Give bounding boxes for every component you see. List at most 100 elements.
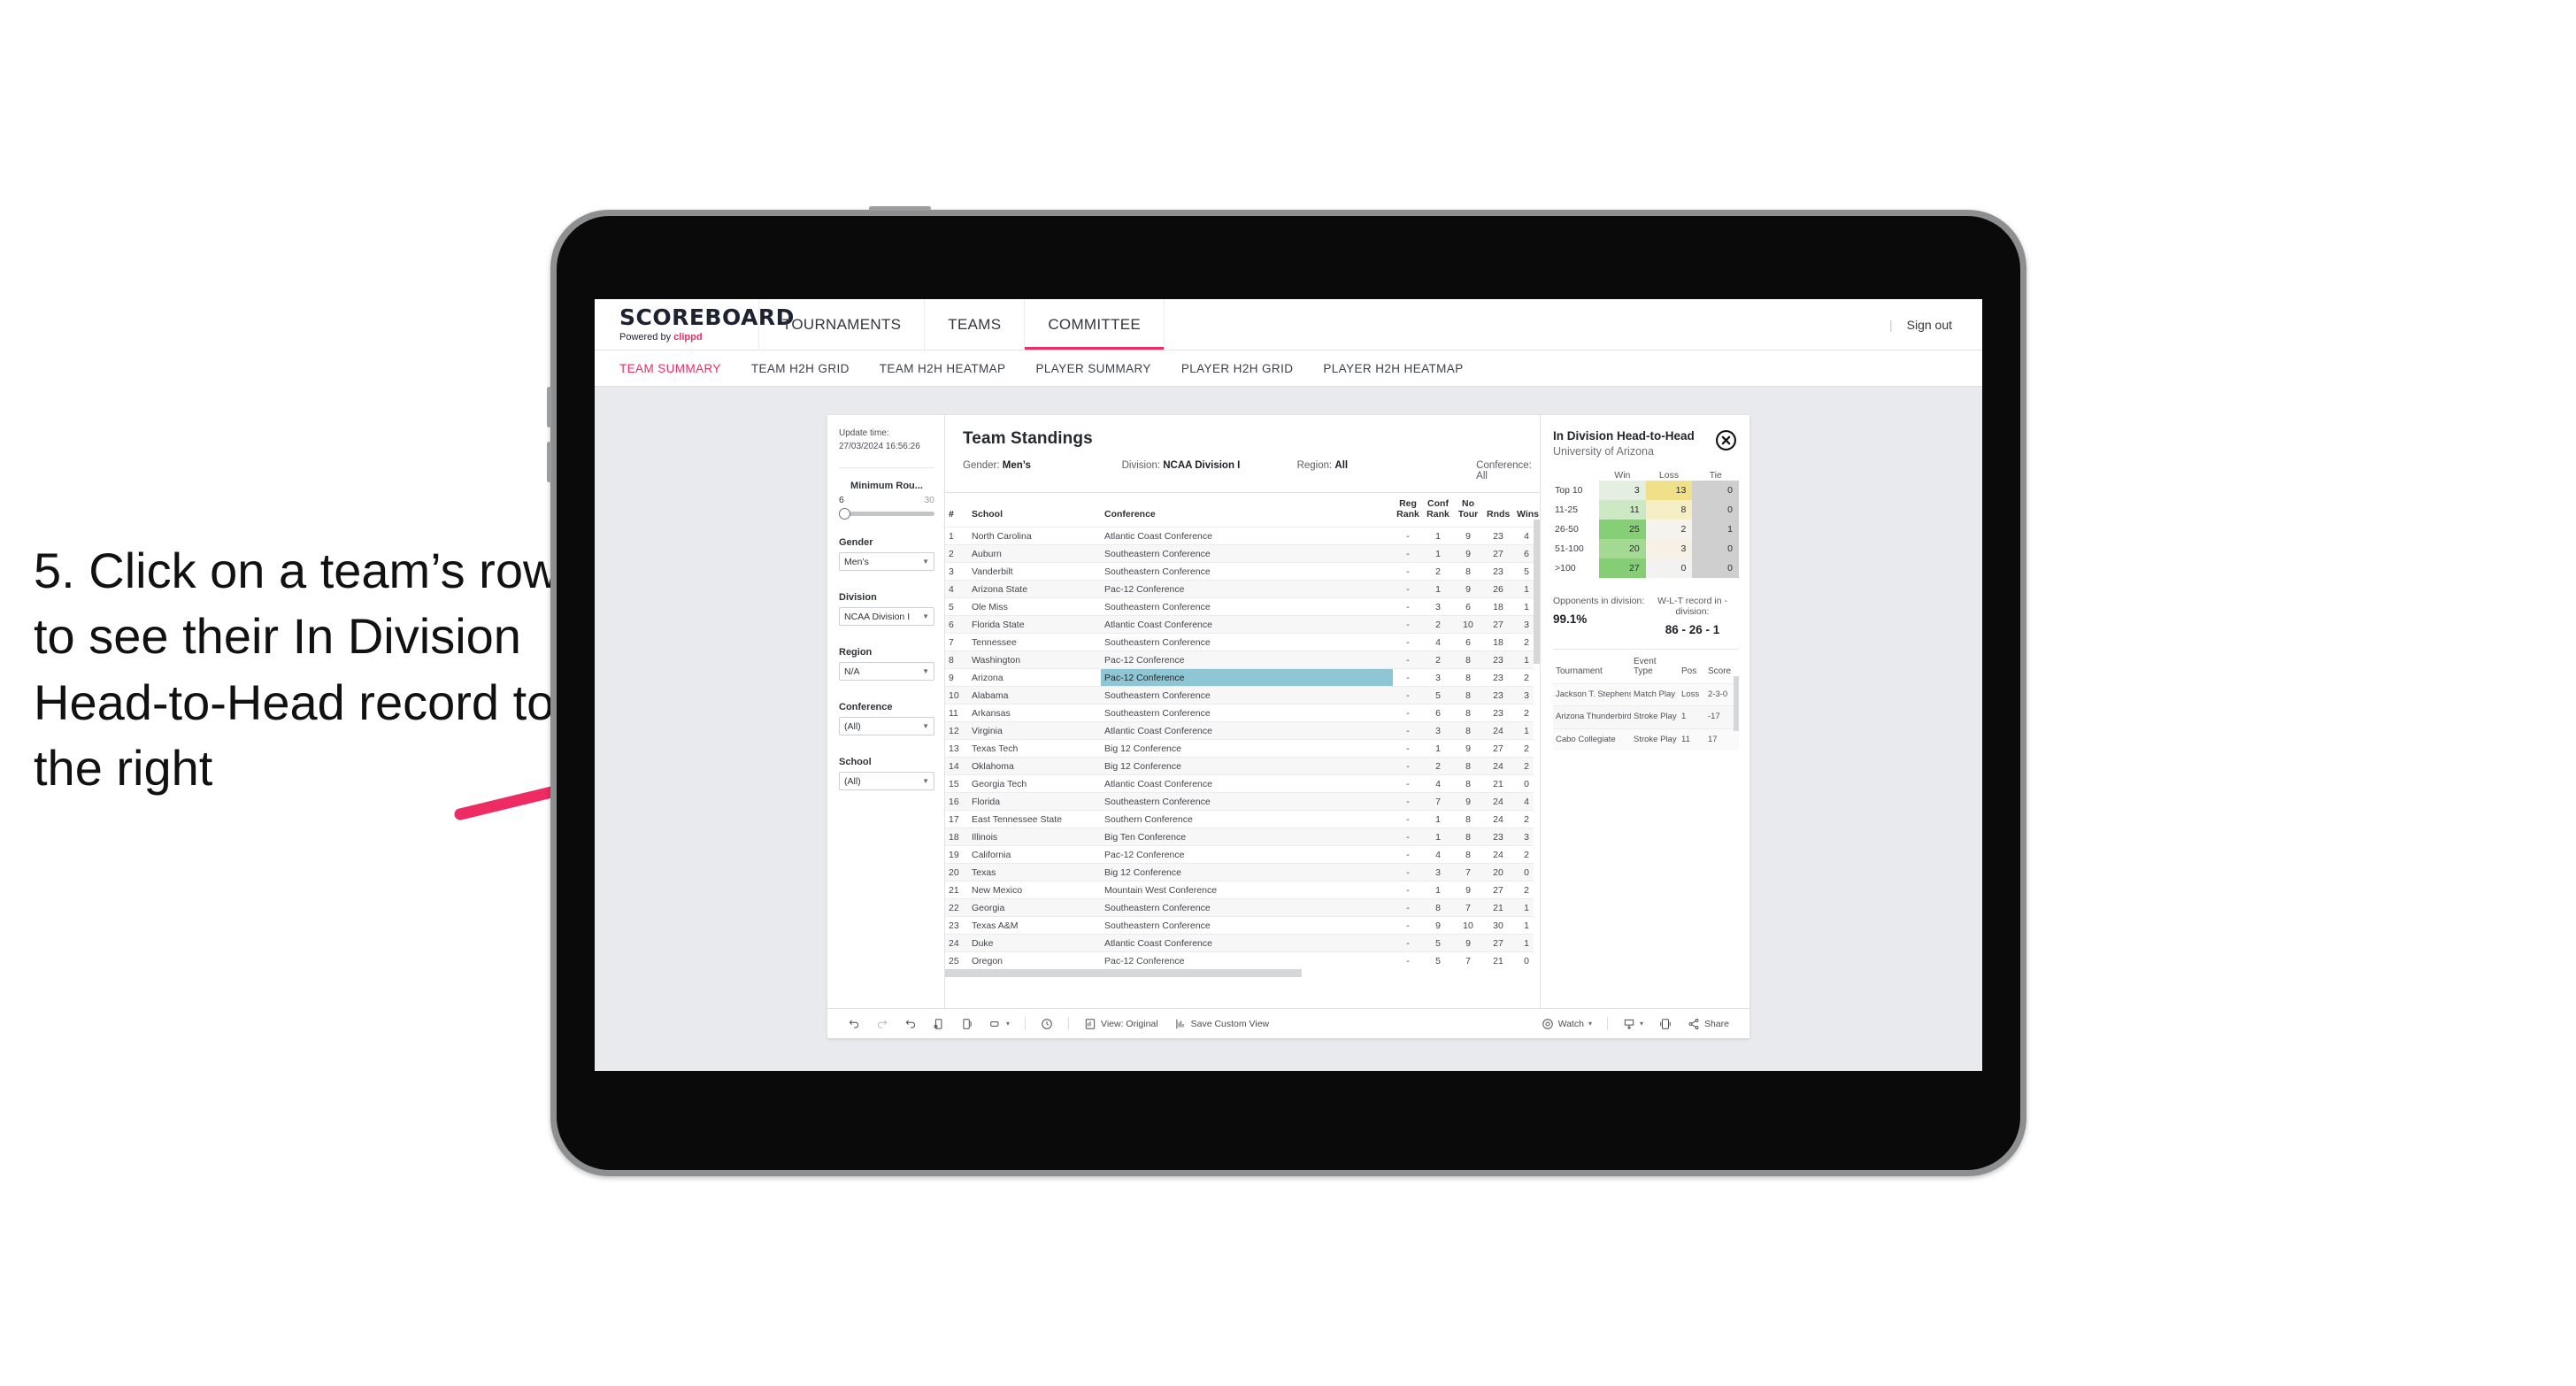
table-row[interactable]: 14 Oklahoma Big 12 Conference -2 8 24 2 xyxy=(945,757,1540,775)
tab-team-h2h-heatmap[interactable]: TEAM H2H HEATMAP xyxy=(880,362,1006,375)
heatmap-cell-tie[interactable]: 0 xyxy=(1692,558,1740,578)
table-row[interactable]: 4 Arizona State Pac-12 Conference -1 9 26 1 xyxy=(945,580,1540,598)
table-row[interactable]: 8 Washington Pac-12 Conference -2 8 23 1 xyxy=(945,651,1540,669)
history-button[interactable] xyxy=(1033,1018,1061,1030)
pause-refresh-button[interactable] xyxy=(953,1018,981,1030)
watch-button[interactable]: Watch ▾ xyxy=(1534,1018,1600,1030)
heatmap-cell-loss[interactable]: 2 xyxy=(1645,519,1693,539)
table-row[interactable]: 20 Texas Big 12 Conference -3 7 20 0 xyxy=(945,863,1540,882)
heatmap-cell-tie[interactable]: 0 xyxy=(1692,538,1740,558)
heatmap-cell-win[interactable]: 3 xyxy=(1599,480,1646,500)
revert-button[interactable] xyxy=(896,1018,925,1030)
scrollbar-thumb[interactable] xyxy=(945,969,1303,978)
heatmap-cell-loss[interactable]: 3 xyxy=(1645,538,1693,558)
heatmap-cell-loss[interactable]: 8 xyxy=(1645,499,1693,520)
heatmap-cell-win[interactable]: 20 xyxy=(1599,538,1646,558)
table-row[interactable]: 23 Texas A&M Southeastern Conference -9 10 30… xyxy=(945,916,1540,935)
table-row[interactable]: 22 Georgia Southeastern Conference -8 7 21 1 xyxy=(945,898,1540,917)
nav-item-tournaments[interactable]: TOURNAMENTS xyxy=(759,299,926,350)
nav-item-committee[interactable]: COMMITTEE xyxy=(1025,299,1165,350)
share-button[interactable]: Share xyxy=(1680,1018,1737,1030)
sign-out-link[interactable]: Sign out xyxy=(1907,318,1952,332)
col-rank[interactable]: # xyxy=(945,493,968,527)
table-row[interactable]: 24 Duke Atlantic Coast Conference -5 9 27 1 xyxy=(945,934,1540,952)
tab-player-h2h-grid[interactable]: PLAYER H2H GRID xyxy=(1181,362,1294,375)
table-horizontal-scrollbar[interactable] xyxy=(945,969,1540,978)
filter-region-select[interactable]: N/A ▼ xyxy=(839,662,934,681)
undo-button[interactable] xyxy=(840,1018,868,1030)
close-circle-icon[interactable] xyxy=(1715,429,1737,451)
col-event-type[interactable]: Event Type xyxy=(1631,650,1679,684)
col-no-tour[interactable]: No Tour xyxy=(1453,493,1483,527)
table-row[interactable]: 11 Arkansas Southeastern Conference -6 8 23 2 xyxy=(945,704,1540,722)
standings-header: Team Standings Gender: Men’s Division: N… xyxy=(945,415,1540,481)
col-school[interactable]: School xyxy=(968,493,1101,527)
table-row[interactable]: 10 Alabama Southeastern Conference -5 8 23 3 xyxy=(945,686,1540,705)
table-cell: - xyxy=(1393,704,1423,722)
table-row[interactable]: 16 Florida Southeastern Conference -7 9 24 4 xyxy=(945,792,1540,811)
tab-team-summary[interactable]: TEAM SUMMARY xyxy=(619,362,721,375)
filter-conference-select[interactable]: (All) ▼ xyxy=(839,717,934,735)
heatmap-cell-win[interactable]: 11 xyxy=(1599,499,1646,520)
table-row[interactable]: 9 Arizona Pac-12 Conference -3 8 23 2 xyxy=(945,668,1540,687)
minimum-rounds-slider[interactable] xyxy=(839,508,934,520)
brand-logo[interactable]: SCOREBOARD Powered by clippd xyxy=(595,299,794,350)
table-row[interactable]: 21 New Mexico Mountain West Conference -1 9 2… xyxy=(945,881,1540,899)
table-row[interactable]: 13 Texas Tech Big 12 Conference -1 9 27 2 xyxy=(945,739,1540,758)
col-tournament[interactable]: Tournament xyxy=(1553,650,1631,684)
fullscreen-button[interactable] xyxy=(1651,1018,1680,1030)
redo-button[interactable] xyxy=(868,1018,896,1030)
tab-player-h2h-heatmap[interactable]: PLAYER H2H HEATMAP xyxy=(1323,362,1463,375)
heatmap-cell-tie[interactable]: 0 xyxy=(1692,480,1740,500)
nav-item-teams[interactable]: TEAMS xyxy=(925,299,1026,350)
col-reg-rank[interactable]: Reg Rank xyxy=(1393,493,1423,527)
table-row[interactable]: 3 Vanderbilt Southeastern Conference -2 8 23 5 xyxy=(945,562,1540,581)
col-pos[interactable]: Pos xyxy=(1679,650,1705,684)
table-row[interactable]: 18 Illinois Big Ten Conference -1 8 23 3 xyxy=(945,828,1540,846)
table-cell: Big 12 Conference xyxy=(1101,863,1393,882)
filter-division-select[interactable]: NCAA Division I ▼ xyxy=(839,607,934,626)
tab-team-h2h-grid[interactable]: TEAM H2H GRID xyxy=(751,362,850,375)
heatmap-cell-loss[interactable]: 0 xyxy=(1645,558,1693,578)
table-cell: - xyxy=(1393,597,1423,616)
table-row[interactable]: 7 Tennessee Southeastern Conference -4 6 18 2 xyxy=(945,633,1540,651)
slider-thumb[interactable] xyxy=(839,508,850,520)
table-cell: 1 xyxy=(1423,810,1453,828)
heatmap-cell-tie[interactable]: 0 xyxy=(1692,499,1740,520)
tournament-row[interactable]: Cabo Collegiate Stroke Play 11 17 xyxy=(1553,728,1739,751)
highlight-button[interactable]: ▾ xyxy=(981,1018,1018,1030)
download-button[interactable]: ▾ xyxy=(1615,1018,1651,1030)
tournament-row[interactable]: Arizona Thunderbirds IntercollegiateStro… xyxy=(1553,705,1739,729)
table-row[interactable]: 2 Auburn Southeastern Conference -1 9 27 6 xyxy=(945,544,1540,563)
filter-school-select[interactable]: (All) ▼ xyxy=(839,772,934,790)
table-cell: Duke xyxy=(968,934,1101,952)
table-row[interactable]: 6 Florida State Atlantic Coast Conference -… xyxy=(945,615,1540,634)
table-cell: Texas xyxy=(968,863,1101,882)
col-conf-rank[interactable]: Conf Rank xyxy=(1423,493,1453,527)
table-row[interactable]: 19 California Pac-12 Conference -4 8 24 2 xyxy=(945,845,1540,864)
tournament-row[interactable]: Jackson T. Stephens Cup - Men’s Match Pl… xyxy=(1553,682,1739,706)
col-rnds[interactable]: Rnds xyxy=(1483,493,1513,527)
table-row[interactable]: 12 Virginia Atlantic Coast Conference -3 8 24… xyxy=(945,721,1540,740)
heatmap-cell-tie[interactable]: 1 xyxy=(1692,519,1740,539)
stat-record: W-L-T record in -division: 86 - 26 - 1 xyxy=(1646,596,1739,636)
heatmap-cell-win[interactable]: 27 xyxy=(1599,558,1646,578)
table-row[interactable]: 17 East Tennessee State Southern Conferenc… xyxy=(945,810,1540,828)
refresh-data-button[interactable] xyxy=(925,1018,953,1030)
heatmap-cell-win[interactable]: 25 xyxy=(1599,519,1646,539)
scrollbar-thumb[interactable] xyxy=(1534,520,1540,664)
save-custom-view-button[interactable]: Save Custom View xyxy=(1166,1018,1278,1030)
table-row[interactable]: 5 Ole Miss Southeastern Conference -3 6 18 1 xyxy=(945,597,1540,616)
table-vertical-scrollbar[interactable] xyxy=(1534,520,1540,1000)
filter-gender-select[interactable]: Men’s ▼ xyxy=(839,552,934,571)
tournaments-scrollbar[interactable] xyxy=(1734,675,1739,731)
table-cell: Alabama xyxy=(968,686,1101,705)
table-row[interactable]: 1 North Carolina Atlantic Coast Conference… xyxy=(945,527,1540,545)
col-conference[interactable]: Conference xyxy=(1101,493,1393,527)
table-row[interactable]: 15 Georgia Tech Atlantic Coast Conference -… xyxy=(945,774,1540,793)
tab-player-summary[interactable]: PLAYER SUMMARY xyxy=(1035,362,1150,375)
account-area: | Sign out xyxy=(1889,299,1982,350)
table-row[interactable]: 25 Oregon Pac-12 Conference -5 7 21 0 xyxy=(945,951,1540,970)
view-original-button[interactable]: View: Original xyxy=(1076,1018,1166,1030)
heatmap-cell-loss[interactable]: 13 xyxy=(1645,480,1693,500)
